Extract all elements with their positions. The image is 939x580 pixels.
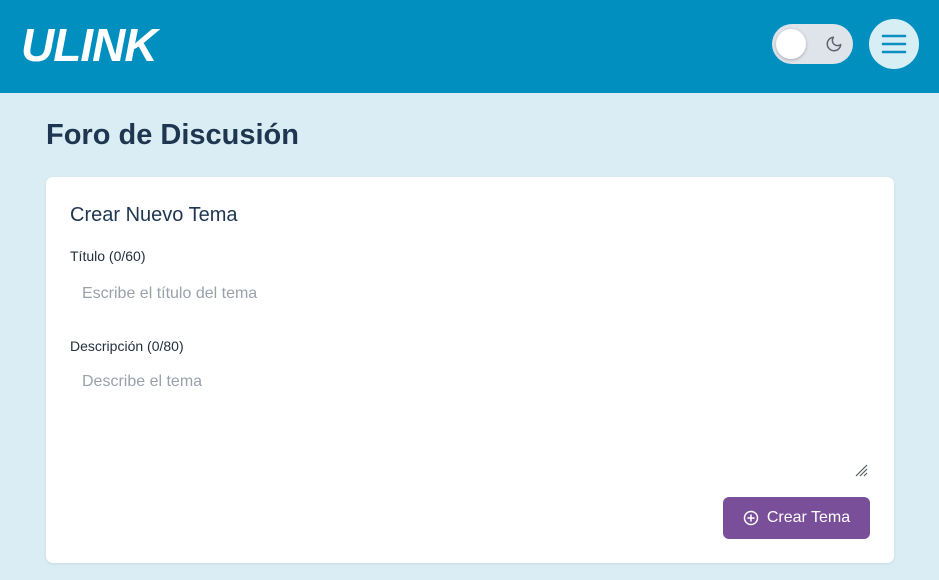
theme-toggle[interactable] <box>772 24 853 64</box>
create-topic-card: Crear Nuevo Tema Título (0/60) Descripci… <box>46 177 894 563</box>
moon-icon <box>826 36 842 52</box>
create-topic-button[interactable]: Crear Tema <box>723 497 870 539</box>
plus-circle-icon <box>743 510 759 526</box>
card-title: Crear Nuevo Tema <box>70 204 238 226</box>
toggle-knob <box>776 29 806 59</box>
title-field-label: Título (0/60) <box>70 248 146 264</box>
title-input[interactable] <box>70 277 870 311</box>
description-textarea[interactable] <box>70 369 870 477</box>
app-header: ULINK <box>0 0 939 93</box>
hamburger-menu-icon <box>881 34 907 54</box>
description-field-label: Descripción (0/80) <box>70 338 184 354</box>
create-topic-button-label: Crear Tema <box>766 509 851 526</box>
resize-handle-icon[interactable] <box>854 463 868 477</box>
app-logo[interactable]: ULINK <box>21 19 158 71</box>
page-title: Foro de Discusión <box>46 119 299 151</box>
menu-button[interactable] <box>869 19 919 69</box>
